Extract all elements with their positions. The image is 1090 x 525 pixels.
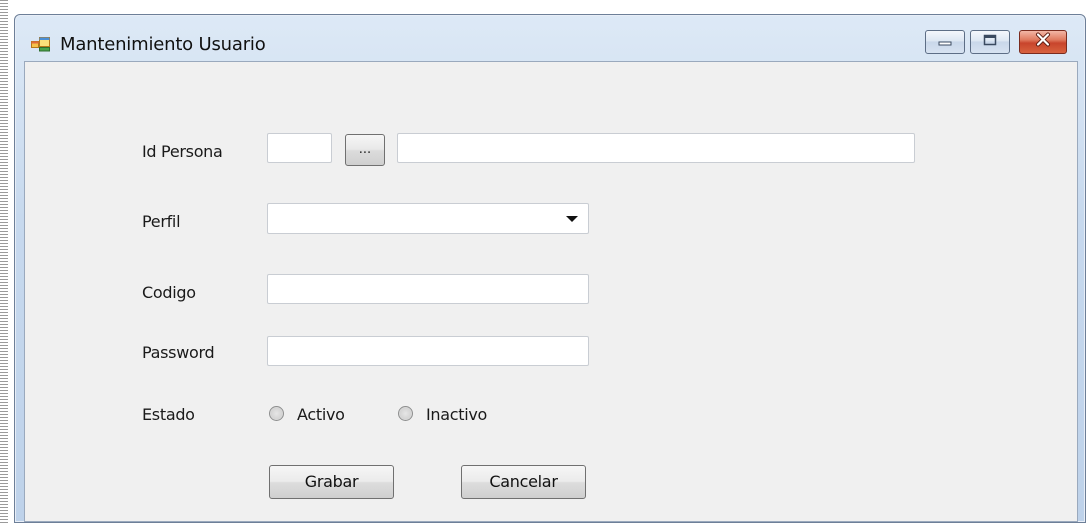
- form-client-area: Id Persona ... Perfil Codigo Password Es…: [24, 61, 1078, 522]
- close-icon: [1035, 32, 1051, 52]
- codigo-label: Codigo: [142, 283, 196, 302]
- id-persona-label: Id Persona: [142, 142, 223, 161]
- app-form-icon: [31, 36, 51, 52]
- form-window: Mantenimiento Usuario Id Persona ... Per…: [14, 14, 1086, 523]
- browse-persona-button[interactable]: ...: [345, 134, 385, 166]
- activo-radio-label[interactable]: Activo: [297, 405, 345, 424]
- chevron-down-icon: [566, 216, 578, 222]
- close-button[interactable]: [1019, 30, 1067, 54]
- codigo-input[interactable]: [267, 274, 589, 304]
- password-label: Password: [142, 343, 215, 362]
- perfil-select[interactable]: [267, 203, 589, 234]
- title-bar[interactable]: Mantenimiento Usuario: [15, 15, 1085, 60]
- maximize-icon: [983, 33, 997, 51]
- activo-radio[interactable]: [269, 406, 284, 421]
- estado-label: Estado: [142, 405, 195, 424]
- perfil-label: Perfil: [142, 212, 181, 231]
- cancel-button[interactable]: Cancelar: [461, 465, 586, 499]
- minimize-button[interactable]: [925, 30, 965, 54]
- inactivo-radio[interactable]: [398, 406, 413, 421]
- maximize-button[interactable]: [970, 30, 1010, 54]
- inactivo-radio-label[interactable]: Inactivo: [426, 405, 487, 424]
- id-persona-input[interactable]: [267, 133, 332, 163]
- minimize-icon: [938, 33, 952, 51]
- password-input[interactable]: [267, 336, 589, 366]
- window-title: Mantenimiento Usuario: [60, 34, 266, 55]
- persona-name-input[interactable]: [397, 133, 915, 163]
- save-button[interactable]: Grabar: [269, 465, 394, 499]
- page-edge: [0, 0, 8, 525]
